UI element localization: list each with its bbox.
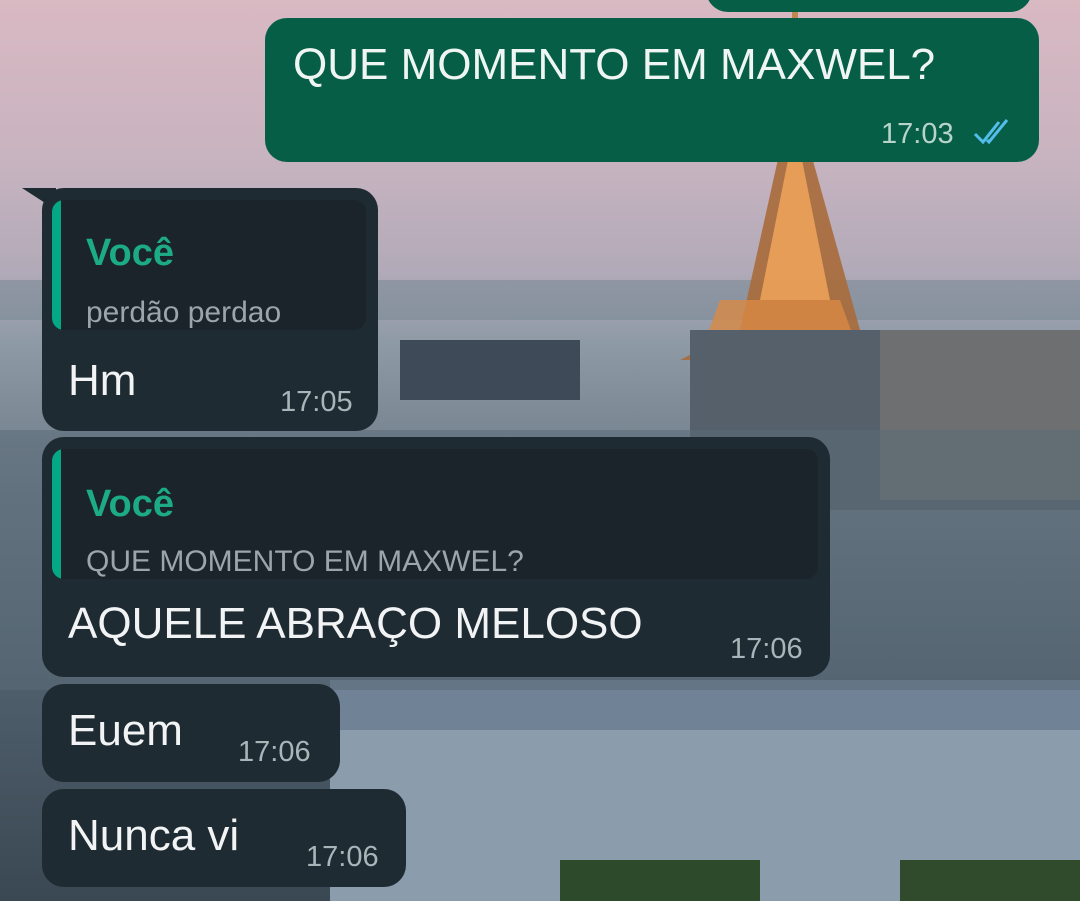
message-text: Euem xyxy=(68,706,183,755)
quote-author: Você xyxy=(86,232,175,274)
quote-accent-bar xyxy=(52,200,61,330)
message-time: 17:05 xyxy=(280,386,353,418)
message-time: 17:06 xyxy=(730,633,803,665)
message-incoming[interactable]: Você QUE MOMENTO EM MAXWEL? AQUELE ABRAÇ… xyxy=(42,437,830,677)
quoted-message[interactable]: Você perdão perdao xyxy=(52,200,366,330)
message-time: 17:06 xyxy=(238,736,311,768)
message-text: Nunca vi xyxy=(68,811,240,860)
message-incoming[interactable]: Nunca vi 17:06 xyxy=(42,789,406,887)
quote-accent-bar xyxy=(52,449,61,579)
message-text: Hm xyxy=(68,356,137,405)
quoted-message[interactable]: Você QUE MOMENTO EM MAXWEL? xyxy=(52,449,818,579)
message-outgoing[interactable]: QUE MOMENTO EM MAXWEL? 17:03 xyxy=(265,18,1039,162)
previous-outgoing-bubble xyxy=(706,0,1032,12)
quote-author: Você xyxy=(86,483,175,525)
quote-text: perdão perdao xyxy=(86,296,282,329)
message-text: QUE MOMENTO EM MAXWEL? xyxy=(293,40,936,89)
message-incoming[interactable]: Você perdão perdao Hm 17:05 xyxy=(42,188,378,431)
quote-text: QUE MOMENTO EM MAXWEL? xyxy=(86,545,524,578)
message-time: 17:06 xyxy=(306,841,379,873)
double-check-read-icon xyxy=(973,119,1009,145)
message-time: 17:03 xyxy=(881,118,954,150)
message-incoming[interactable]: Euem 17:06 xyxy=(42,684,340,782)
message-text: AQUELE ABRAÇO MELOSO xyxy=(68,599,643,648)
